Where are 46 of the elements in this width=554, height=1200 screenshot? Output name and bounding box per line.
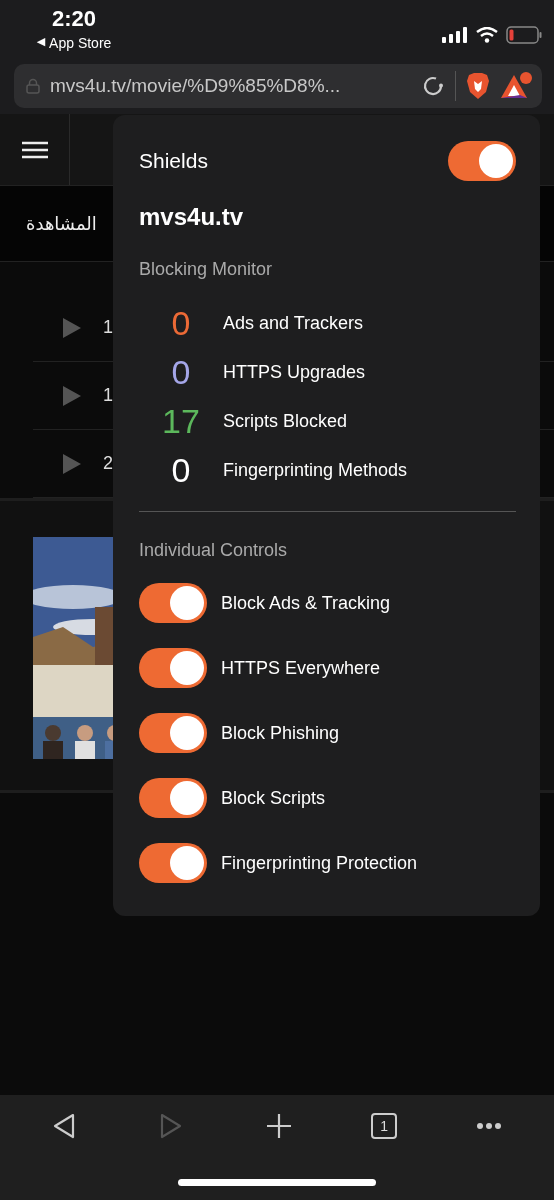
status-time: 2:20 xyxy=(51,6,96,32)
control-label: Fingerprinting Protection xyxy=(221,852,419,875)
back-to-app-link[interactable]: App Store xyxy=(49,35,112,51)
tabs-button[interactable]: 1 xyxy=(371,1113,398,1139)
triangle-logo-icon[interactable] xyxy=(500,71,534,101)
plus-icon xyxy=(265,1113,292,1139)
more-icon xyxy=(476,1122,503,1130)
toggle-switch[interactable] xyxy=(139,648,207,688)
toggle-switch[interactable] xyxy=(139,583,207,623)
address-bar[interactable]: mvs4u.tv/movie/%D9%85%D8%... xyxy=(14,64,542,108)
toggle-switch[interactable] xyxy=(139,778,207,818)
back-arrow[interactable]: ◀ xyxy=(36,35,46,51)
play-icon[interactable] xyxy=(63,453,81,474)
play-icon[interactable] xyxy=(63,317,81,338)
site-domain: mvs4u.tv xyxy=(139,203,245,231)
control-label: HTTPS Everywhere xyxy=(221,657,382,680)
stat-count: 0 xyxy=(170,352,192,392)
menu-icon[interactable] xyxy=(21,140,48,159)
section-heading: Blocking Monitor xyxy=(139,259,274,280)
control-label: Block Phishing xyxy=(221,722,341,745)
episode-label[interactable]: 2 xyxy=(103,453,113,474)
section-title: المشاهدة xyxy=(26,212,97,235)
stat-count: 17 xyxy=(161,401,201,441)
stat-label: Scripts Blocked xyxy=(223,410,348,432)
stat-label: Ads and Trackers xyxy=(223,312,364,334)
wifi-icon xyxy=(476,27,498,43)
toggle-switch[interactable] xyxy=(139,713,207,753)
play-icon[interactable] xyxy=(63,385,81,406)
url-text: mvs4u.tv/movie/%D9%85%D8%... xyxy=(50,75,342,97)
control-label: Block Ads & Tracking xyxy=(221,592,392,615)
stat-label: Fingerprinting Methods xyxy=(223,459,408,481)
section-heading: Individual Controls xyxy=(139,540,289,561)
control-label: Block Scripts xyxy=(221,787,327,810)
episode-label[interactable]: 1 xyxy=(103,317,113,338)
stat-count: 0 xyxy=(170,450,192,490)
lion-shield-icon[interactable] xyxy=(466,72,490,100)
stat-label: HTTPS Upgrades xyxy=(223,361,366,383)
stat-count: 0 xyxy=(170,303,192,343)
panel-title: Shields xyxy=(139,149,208,173)
toggle-switch[interactable] xyxy=(139,843,207,883)
reload-icon[interactable] xyxy=(421,74,445,98)
episode-label[interactable]: 1 xyxy=(103,385,113,406)
toggle-switch[interactable] xyxy=(448,141,516,181)
signal-icon xyxy=(442,27,468,43)
lock-icon xyxy=(26,78,40,94)
battery-icon xyxy=(506,26,542,44)
